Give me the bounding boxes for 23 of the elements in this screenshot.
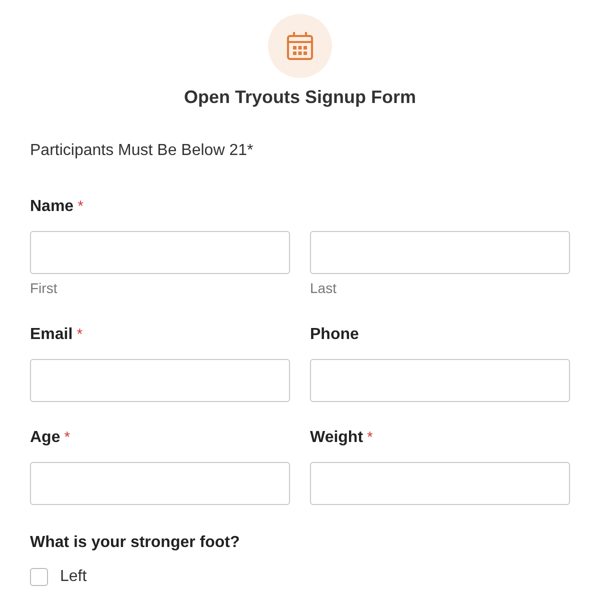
form-title: Open Tryouts Signup Form [184, 86, 416, 109]
sub-label: Last [310, 279, 338, 298]
input-field[interactable] [310, 359, 570, 402]
required-mark: * [64, 428, 70, 448]
form-description: Participants Must Be Below 21* [30, 141, 254, 161]
checkbox[interactable] [30, 568, 48, 586]
sub-label: First [30, 279, 58, 298]
option-label: Left [60, 567, 87, 587]
field-label: Name [30, 197, 74, 217]
input-field[interactable] [30, 462, 290, 505]
required-mark: * [76, 325, 83, 345]
field-label: Age [30, 428, 60, 448]
calendar-icon [286, 31, 314, 61]
field-label: Weight [310, 428, 364, 448]
input-field[interactable] [30, 359, 290, 402]
field-label: Email [30, 325, 73, 345]
input-field[interactable] [310, 462, 570, 505]
question-label: What is your stronger foot? [30, 533, 241, 553]
input-field[interactable] [30, 231, 290, 274]
input-field[interactable] [310, 231, 570, 274]
required-mark: * [78, 197, 84, 217]
field-label: Phone [310, 325, 359, 345]
required-mark: * [367, 428, 373, 448]
